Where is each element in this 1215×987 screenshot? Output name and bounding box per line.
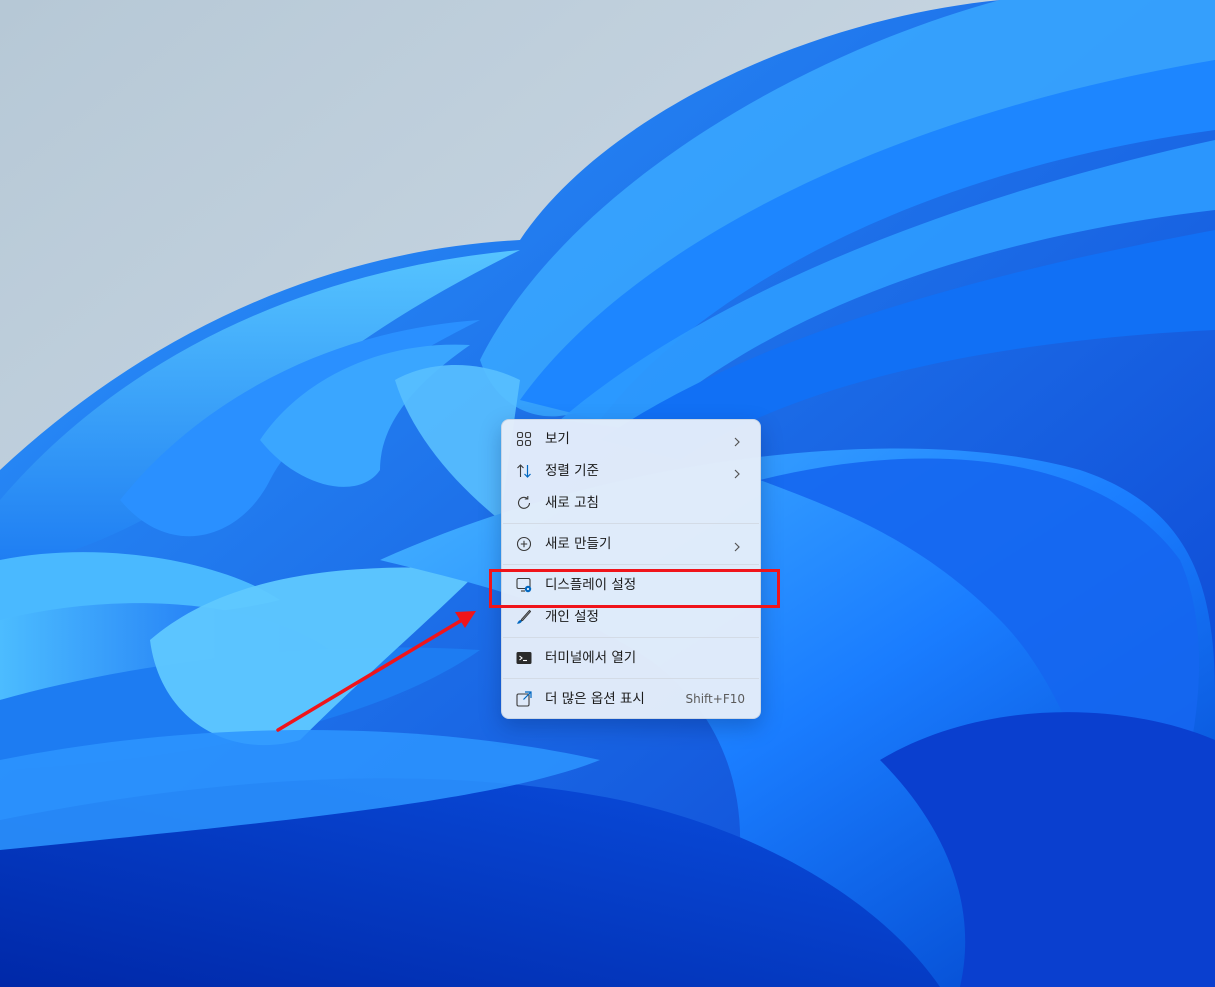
menu-item-view[interactable]: 보기 <box>506 424 756 454</box>
sort-arrows-icon <box>516 463 532 479</box>
menu-item-new[interactable]: 새로 만들기 <box>506 529 756 559</box>
menu-item-show-more-options[interactable]: 더 많은 옵션 표시 Shift+F10 <box>506 684 756 714</box>
terminal-icon <box>516 650 532 666</box>
desktop[interactable]: 보기 정렬 기준 새로 고침 새로 만들기 디스플레이 설정 개인 설정 터미널… <box>0 0 1215 987</box>
menu-item-label: 더 많은 옵션 표시 <box>545 691 645 707</box>
menu-item-personalize[interactable]: 개인 설정 <box>506 602 756 632</box>
menu-item-label: 개인 설정 <box>545 609 599 625</box>
menu-item-refresh[interactable]: 새로 고침 <box>506 488 756 518</box>
shortcut-hint: Shift+F10 <box>685 692 745 706</box>
plus-circle-icon <box>516 536 532 552</box>
menu-item-label: 새로 만들기 <box>545 536 612 552</box>
menu-item-open-in-terminal[interactable]: 터미널에서 열기 <box>506 643 756 673</box>
chevron-right-icon <box>732 433 742 447</box>
menu-separator <box>503 564 759 565</box>
view-grid-icon <box>516 431 532 447</box>
menu-item-sort-by[interactable]: 정렬 기준 <box>506 456 756 486</box>
chevron-right-icon <box>732 538 742 552</box>
menu-item-label: 정렬 기준 <box>545 463 599 479</box>
refresh-icon <box>516 495 532 511</box>
menu-item-label: 보기 <box>545 431 570 447</box>
menu-separator <box>503 637 759 638</box>
menu-separator <box>503 523 759 524</box>
menu-item-label: 새로 고침 <box>545 495 599 511</box>
display-settings-icon <box>516 577 532 593</box>
brush-icon <box>516 609 532 625</box>
menu-item-label: 디스플레이 설정 <box>545 577 637 593</box>
more-options-icon <box>516 691 532 707</box>
menu-item-label: 터미널에서 열기 <box>545 650 637 666</box>
menu-separator <box>503 678 759 679</box>
chevron-right-icon <box>732 465 742 479</box>
menu-item-display-settings[interactable]: 디스플레이 설정 <box>506 570 756 600</box>
desktop-context-menu: 보기 정렬 기준 새로 고침 새로 만들기 디스플레이 설정 개인 설정 터미널… <box>501 419 761 719</box>
